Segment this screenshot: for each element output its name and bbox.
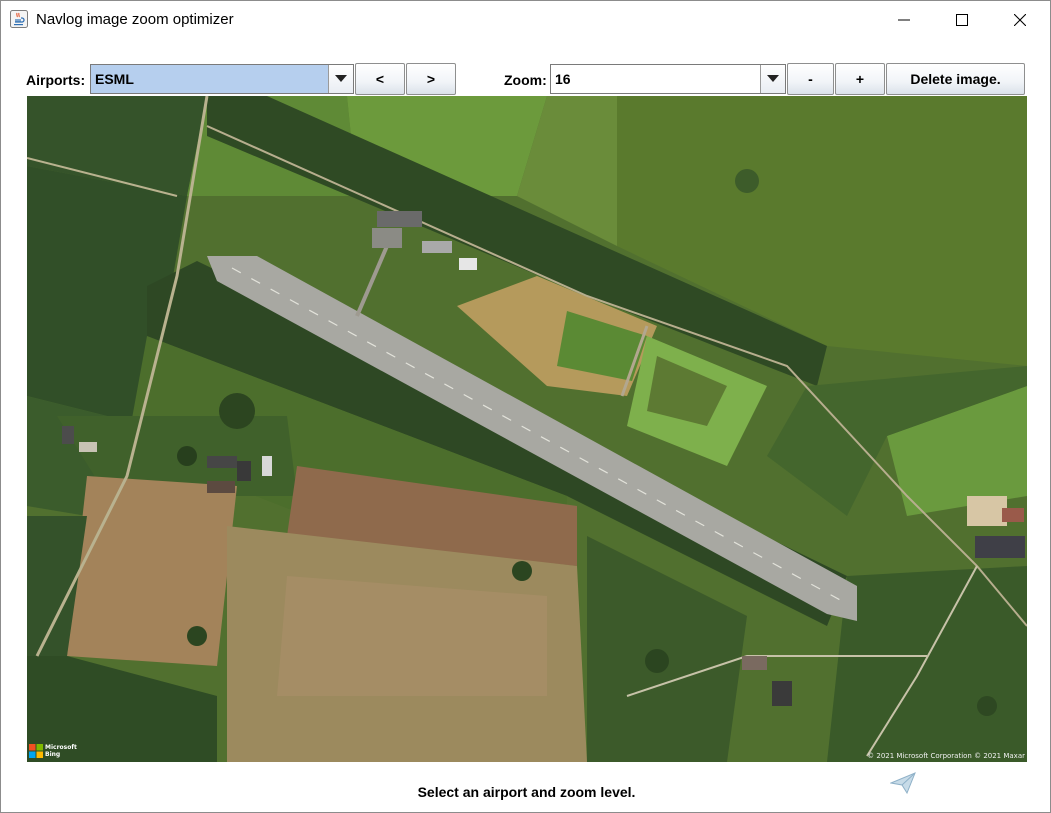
aerial-map-graphic: [27, 96, 1027, 762]
zoom-combobox[interactable]: 16: [550, 64, 786, 94]
maximize-button[interactable]: [933, 1, 991, 39]
chevron-down-icon: [767, 75, 779, 82]
map-copyright: © 2021 Microsoft Corporation © 2021 Maxa…: [867, 752, 1025, 760]
zoom-out-button[interactable]: -: [787, 63, 834, 95]
zoom-in-button[interactable]: +: [835, 63, 885, 95]
zoom-dropdown-button[interactable]: [760, 65, 785, 93]
airport-selected-value: ESML: [91, 65, 329, 93]
chevron-down-icon: [335, 75, 347, 82]
airport-dropdown-button[interactable]: [328, 65, 353, 93]
microsoft-logo-icon: [29, 744, 43, 758]
bing-attribution: Microsoft Bing: [29, 744, 77, 758]
window-title: Navlog image zoom optimizer: [36, 11, 234, 28]
bing-logo-line2: Bing: [45, 751, 61, 758]
zoom-label: Zoom:: [504, 72, 547, 88]
app-window: Navlog image zoom optimizer Airports: ES…: [0, 0, 1051, 813]
aerial-map-image[interactable]: Microsoft Bing © 2021 Microsoft Corporat…: [27, 96, 1027, 762]
maximize-icon: [956, 14, 968, 26]
delete-image-button[interactable]: Delete image.: [886, 63, 1025, 95]
previous-airport-button[interactable]: <: [355, 63, 405, 95]
title-bar: Navlog image zoom optimizer: [1, 1, 1050, 39]
paper-plane-icon: [890, 772, 916, 794]
close-icon: [1014, 14, 1026, 26]
bing-logo-line1: Microsoft: [45, 744, 77, 751]
minimize-icon: [898, 19, 910, 21]
minimize-button[interactable]: [875, 1, 933, 39]
zoom-selected-value: 16: [555, 71, 571, 87]
java-app-icon: [10, 10, 28, 28]
next-airport-button[interactable]: >: [406, 63, 456, 95]
airports-label: Airports:: [26, 72, 86, 88]
close-button[interactable]: [991, 1, 1049, 39]
airport-combobox[interactable]: ESML: [90, 64, 354, 94]
